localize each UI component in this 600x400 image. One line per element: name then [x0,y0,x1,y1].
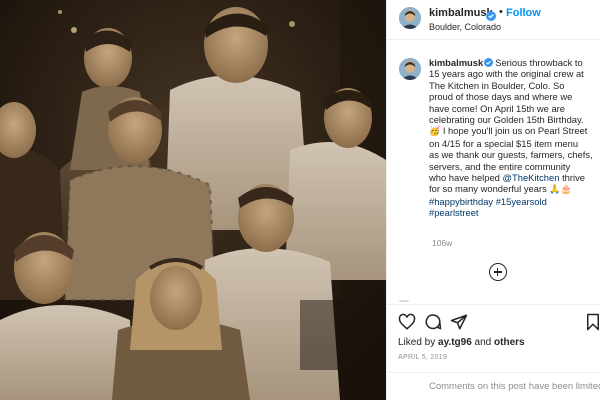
verified-badge-icon [486,8,496,21]
caption-line: on 4/15 for a special $15 item menu [429,137,579,149]
post-header: kimbalmusk • Follow Boulder, Colorado [387,0,600,40]
heart-icon[interactable] [398,313,416,331]
caption-line: thrive [562,172,585,184]
liked-and: and [474,337,492,348]
header-username[interactable]: kimbalmusk [429,7,493,19]
instagram-post: kimbalmusk • Follow Boulder, Colorado ki… [0,0,600,400]
scroll-indicator [399,300,409,302]
caption-line: proud of those days and where we [429,91,573,103]
hashtag-link[interactable]: #pearlstreet [429,207,600,218]
group-photo-illustration [0,0,386,400]
mention-link[interactable]: @TheKitchen [503,172,560,183]
caption-line: who have helped [429,172,500,184]
caption-line: celebrating our Golden 15th Birthday. [429,114,584,126]
liked-prefix: Liked by [398,337,436,348]
caption-line: The Kitchen in Boulder, Colo. So [429,79,565,91]
party-face-emoji: 🥳 [429,126,441,137]
cake-emoji: 🎂 [560,184,572,195]
caption-time-ago: 106w [432,238,453,248]
praying-hands-emoji: 🙏 [549,184,561,195]
comments-limited-notice: Comments on this post have been limited. [386,372,600,400]
caption-line: I hope you'll join us on Pearl Street [442,125,588,137]
liked-others-link[interactable]: others [494,337,525,348]
avatar[interactable] [399,7,421,29]
post-date: APRIL 5, 2019 [398,354,448,361]
liked-user-link[interactable]: ay.tg96 [438,337,472,348]
post-photo[interactable] [0,0,386,400]
caption-username[interactable]: kimbalmusk [429,57,483,68]
caption-line: as we thank our guests, farmers, chefs, [429,149,593,161]
paper-plane-icon[interactable] [450,313,468,331]
liked-by: Liked by ay.tg96 and others [398,337,525,348]
comments-limited-text: Comments on this post have been limited. [429,381,600,392]
hashtag-link[interactable]: #happybirthday #15yearsold [429,196,600,207]
comment-icon[interactable] [424,313,442,331]
caption-avatar[interactable] [399,58,421,80]
verified-badge-icon [484,58,494,67]
caption-line: 15 years ago with the original crew at [429,68,584,80]
caption-line: Serious throwback to [495,57,583,68]
caption-line: for so many wonderful years [429,183,547,195]
follow-button[interactable]: Follow [506,7,541,19]
plus-circle-icon[interactable] [489,263,507,281]
post-actions: Liked by ay.tg96 and others APRIL 5, 201… [386,304,600,400]
bookmark-icon[interactable] [584,313,600,331]
caption-line: have come! On April 15th we are [429,102,566,114]
separator-dot: • [499,6,503,18]
caption-line: servers, and the entire community [429,160,571,172]
post-caption: kimbalmusk Serious throwback to 15 years … [429,57,600,219]
location-link[interactable]: Boulder, Colorado [429,22,501,32]
